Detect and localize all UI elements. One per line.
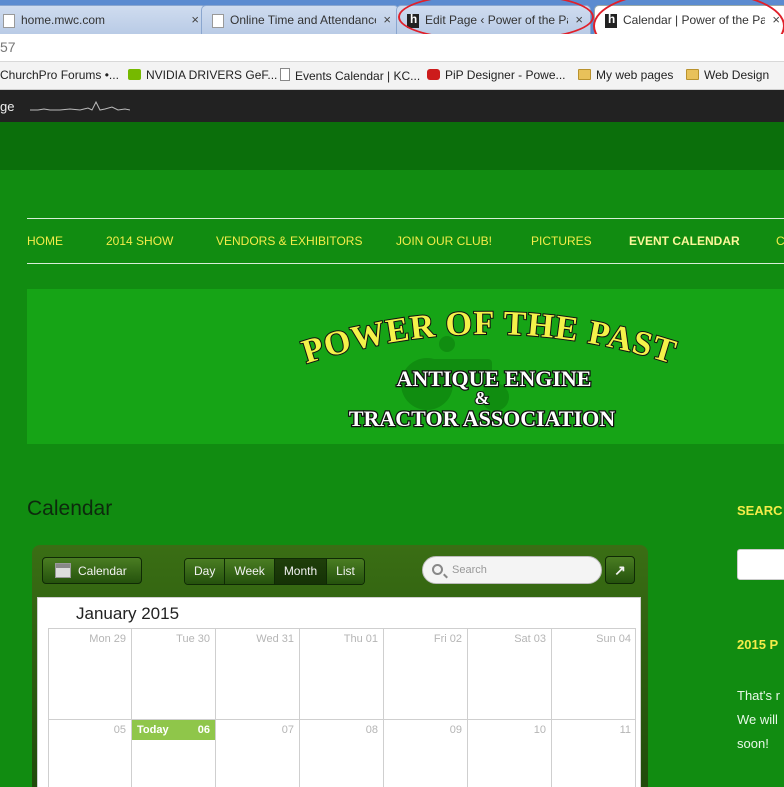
tab-title: Online Time and Attendance (230, 13, 376, 27)
search-icon (432, 564, 443, 575)
calendar-day-cell[interactable]: Mon 29 (48, 629, 131, 721)
close-icon[interactable]: × (575, 12, 583, 27)
page-icon (3, 14, 15, 28)
expand-icon: ↗ (614, 561, 626, 578)
view-day-button[interactable]: Day (185, 559, 226, 584)
nav-item-join-club[interactable]: JOIN OUR CLUB! (396, 234, 492, 248)
calendar-day-cell[interactable]: Sun 04 (551, 629, 636, 721)
hosting-favicon-icon (605, 13, 617, 28)
main-navigation: HOME 2014 SHOW VENDORS & EXHIBITORS JOIN… (27, 218, 784, 264)
banner-logo: POWER OF THE PAST ANTIQUE ENGINE & TRACT… (297, 304, 681, 432)
sidebar-text-line: soon! (737, 736, 769, 751)
nvidia-icon (128, 69, 141, 80)
hosting-favicon-icon (407, 13, 419, 28)
expand-button[interactable]: ↗ (605, 556, 635, 584)
browser-tab-edit-page[interactable]: Edit Page ‹ Power of the Past × (396, 5, 591, 34)
browser-tab-home[interactable]: home.mwc.com × (0, 5, 207, 34)
site-banner[interactable]: POWER OF THE PAST ANTIQUE ENGINE & TRACT… (27, 289, 784, 444)
calendar-week: 05 Today 06 07 08 09 10 11 (48, 719, 636, 787)
close-icon[interactable]: × (383, 12, 391, 27)
nav-item-2014-show[interactable]: 2014 SHOW (106, 234, 173, 248)
bookmark-item[interactable]: NVIDIA DRIVERS GeF... (128, 68, 277, 82)
nav-item-vendors[interactable]: VENDORS & EXHIBITORS (216, 234, 362, 248)
sidebar-widget-title: 2015 P (737, 637, 779, 652)
bookmark-folder[interactable]: My web pages (578, 68, 673, 82)
today-label: Today (137, 724, 169, 736)
sidebar-search-title: SEARC (737, 503, 783, 518)
bookmark-folder[interactable]: Web Design (686, 68, 769, 82)
grid-border (635, 628, 636, 787)
calendar-day-cell[interactable]: 11 (551, 720, 636, 787)
bookmark-item[interactable]: ChurchPro Forums •... (0, 68, 119, 82)
nav-item-pictures[interactable]: PICTURES (531, 234, 592, 248)
calendar-search (422, 556, 602, 584)
calendar-day-cell[interactable]: Wed 31 (215, 629, 299, 721)
month-title: January 2015 (76, 604, 180, 623)
calendar-day-cell[interactable]: 05 (48, 720, 131, 787)
sidebar-search-input[interactable] (737, 549, 784, 580)
calendar-day-cell[interactable]: 10 (467, 720, 551, 787)
banner-line-tractor: TRACTOR ASSOCIATION (349, 406, 615, 431)
browser-tab-bar: home.mwc.com × Online Time and Attendanc… (0, 0, 784, 34)
page-icon (212, 14, 224, 28)
nav-item-more[interactable]: C (776, 234, 784, 248)
sidebar-text-line: That's r (737, 688, 780, 703)
sidebar-text-line: We will (737, 712, 778, 727)
calendar-day-cell[interactable]: Fri 02 (383, 629, 467, 721)
browser-tab-calendar[interactable]: Calendar | Power of the Past × (594, 5, 784, 34)
bookmark-item[interactable]: Events Calendar | KC... (280, 68, 420, 83)
browser-tab-attendance[interactable]: Online Time and Attendance × (201, 5, 399, 34)
calendar-day-cell[interactable]: 07 (215, 720, 299, 787)
close-icon[interactable]: × (772, 12, 780, 27)
view-list-button[interactable]: List (327, 559, 364, 584)
calendar-day-cell[interactable]: Thu 01 (299, 629, 383, 721)
calendar-month-view: January 2015 Mon 29 Tue 30 Wed 31 Thu 01… (37, 597, 641, 787)
address-bar[interactable]: 57 (0, 34, 784, 62)
calendar-button[interactable]: Calendar (42, 557, 142, 584)
banner-ampersand: & (475, 388, 490, 408)
page-title: Calendar (27, 497, 113, 520)
calendar-day-cell[interactable]: Tue 30 (131, 629, 215, 721)
tab-title: Calendar | Power of the Past (623, 13, 765, 27)
calendar-widget: Calendar Day Week Month List ↗ January 2… (32, 545, 648, 787)
calendar-icon (55, 563, 71, 578)
calendar-day-cell[interactable]: 09 (383, 720, 467, 787)
site-header-strip (0, 122, 784, 170)
calendar-day-cell-today[interactable]: Today 06 (131, 720, 215, 787)
view-month-button[interactable]: Month (274, 559, 328, 584)
view-week-button[interactable]: Week (225, 559, 275, 584)
page-icon (280, 68, 290, 81)
folder-icon (686, 69, 699, 80)
url-text: 57 (0, 39, 16, 55)
tab-title: Edit Page ‹ Power of the Past (425, 13, 568, 27)
nav-item-event-calendar[interactable]: EVENT CALENDAR (629, 234, 740, 248)
close-icon[interactable]: × (191, 12, 199, 27)
bookmark-item[interactable]: PiP Designer - Powe... (427, 68, 566, 82)
tab-title: home.mwc.com (21, 13, 106, 27)
search-input[interactable] (452, 562, 592, 578)
admin-bar: ge (0, 90, 784, 122)
view-switcher: Day Week Month List (184, 558, 365, 585)
nav-item-home[interactable]: HOME (27, 234, 63, 248)
admin-bar-label[interactable]: ge (0, 99, 14, 114)
folder-icon (578, 69, 591, 80)
bookmarks-bar: ChurchPro Forums •... NVIDIA DRIVERS GeF… (0, 62, 784, 90)
youtube-icon (427, 69, 440, 80)
calendar-day-cell[interactable]: 08 (299, 720, 383, 787)
calendar-day-cell[interactable]: Sat 03 (467, 629, 551, 721)
calendar-week: Mon 29 Tue 30 Wed 31 Thu 01 Fri 02 Sat 0… (48, 628, 636, 721)
banner-line-antique: ANTIQUE ENGINE (397, 366, 592, 391)
stats-sparkline-icon (30, 100, 130, 111)
